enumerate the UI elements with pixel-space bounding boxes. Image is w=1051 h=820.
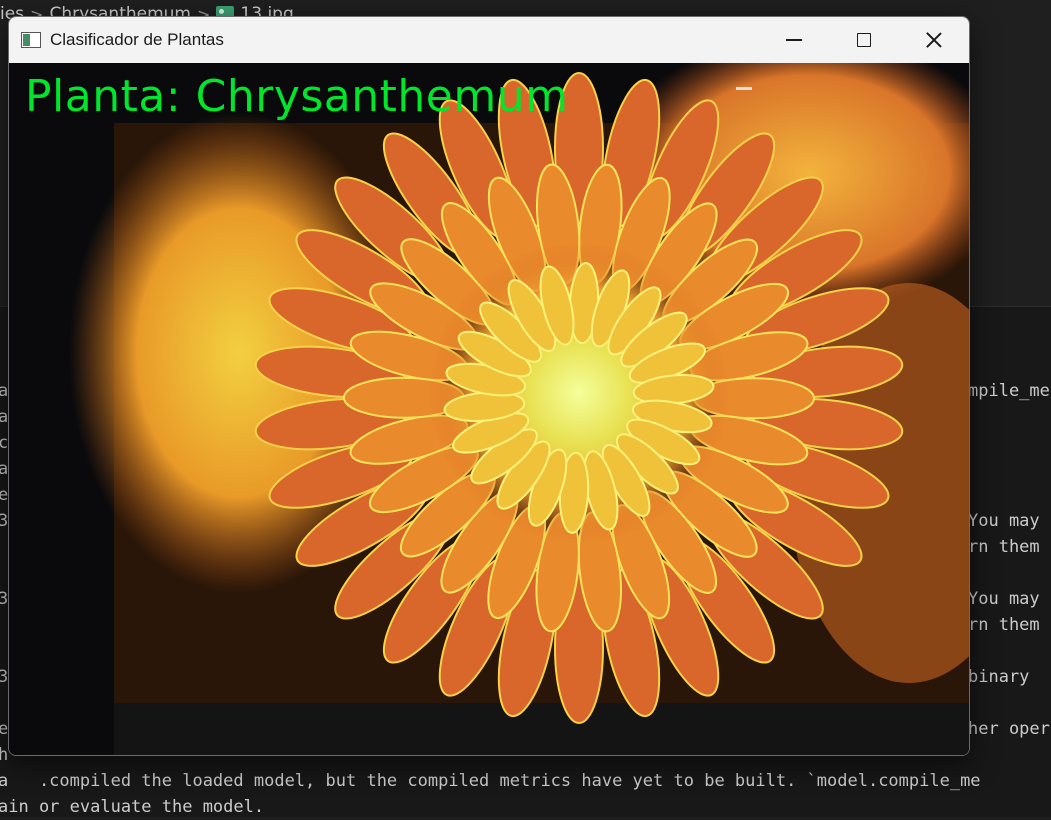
terminal-line: e xyxy=(0,719,9,739)
maximize-icon xyxy=(857,33,871,47)
terminal-line: rn them xyxy=(968,615,1040,635)
terminal-line: a xyxy=(0,459,9,479)
terminal-line: h xyxy=(0,745,9,765)
terminal-line: 3 xyxy=(0,667,9,687)
terminal-line: binary xyxy=(968,667,1030,687)
terminal-line: c xyxy=(0,433,9,453)
minimize-icon xyxy=(786,39,802,41)
chrysanthemum-photo xyxy=(9,63,969,755)
window-titlebar[interactable]: Clasificador de Plantas xyxy=(9,17,969,63)
maximize-button[interactable] xyxy=(829,17,899,63)
terminal-line: e xyxy=(0,485,9,505)
camera-frame: Planta: Chrysanthemum xyxy=(9,63,969,755)
terminal-line: rn them xyxy=(968,537,1040,557)
terminal-line: her oper xyxy=(968,719,1050,739)
minimize-button[interactable] xyxy=(759,17,829,63)
terminal-line: 3 xyxy=(0,511,9,531)
terminal-line: a xyxy=(0,381,9,401)
close-button[interactable] xyxy=(899,17,969,63)
terminal-line: You may xyxy=(968,589,1040,609)
window-title: Clasificador de Plantas xyxy=(50,30,224,49)
terminal-line: a xyxy=(0,407,9,427)
terminal-line: mpile_me xyxy=(968,381,1050,401)
prediction-label: Planta: Chrysanthemum xyxy=(25,71,569,122)
classifier-window[interactable]: Clasificador de Plantas Planta: Chrysant… xyxy=(8,16,970,756)
terminal-line: a .compiled the loaded model, but the co… xyxy=(0,771,981,791)
terminal-line: ain or evaluate the model. xyxy=(0,797,265,817)
terminal-line: You may xyxy=(968,511,1040,531)
terminal-line: 3 xyxy=(0,589,9,609)
app-window-icon xyxy=(21,32,41,48)
close-icon xyxy=(926,32,942,48)
